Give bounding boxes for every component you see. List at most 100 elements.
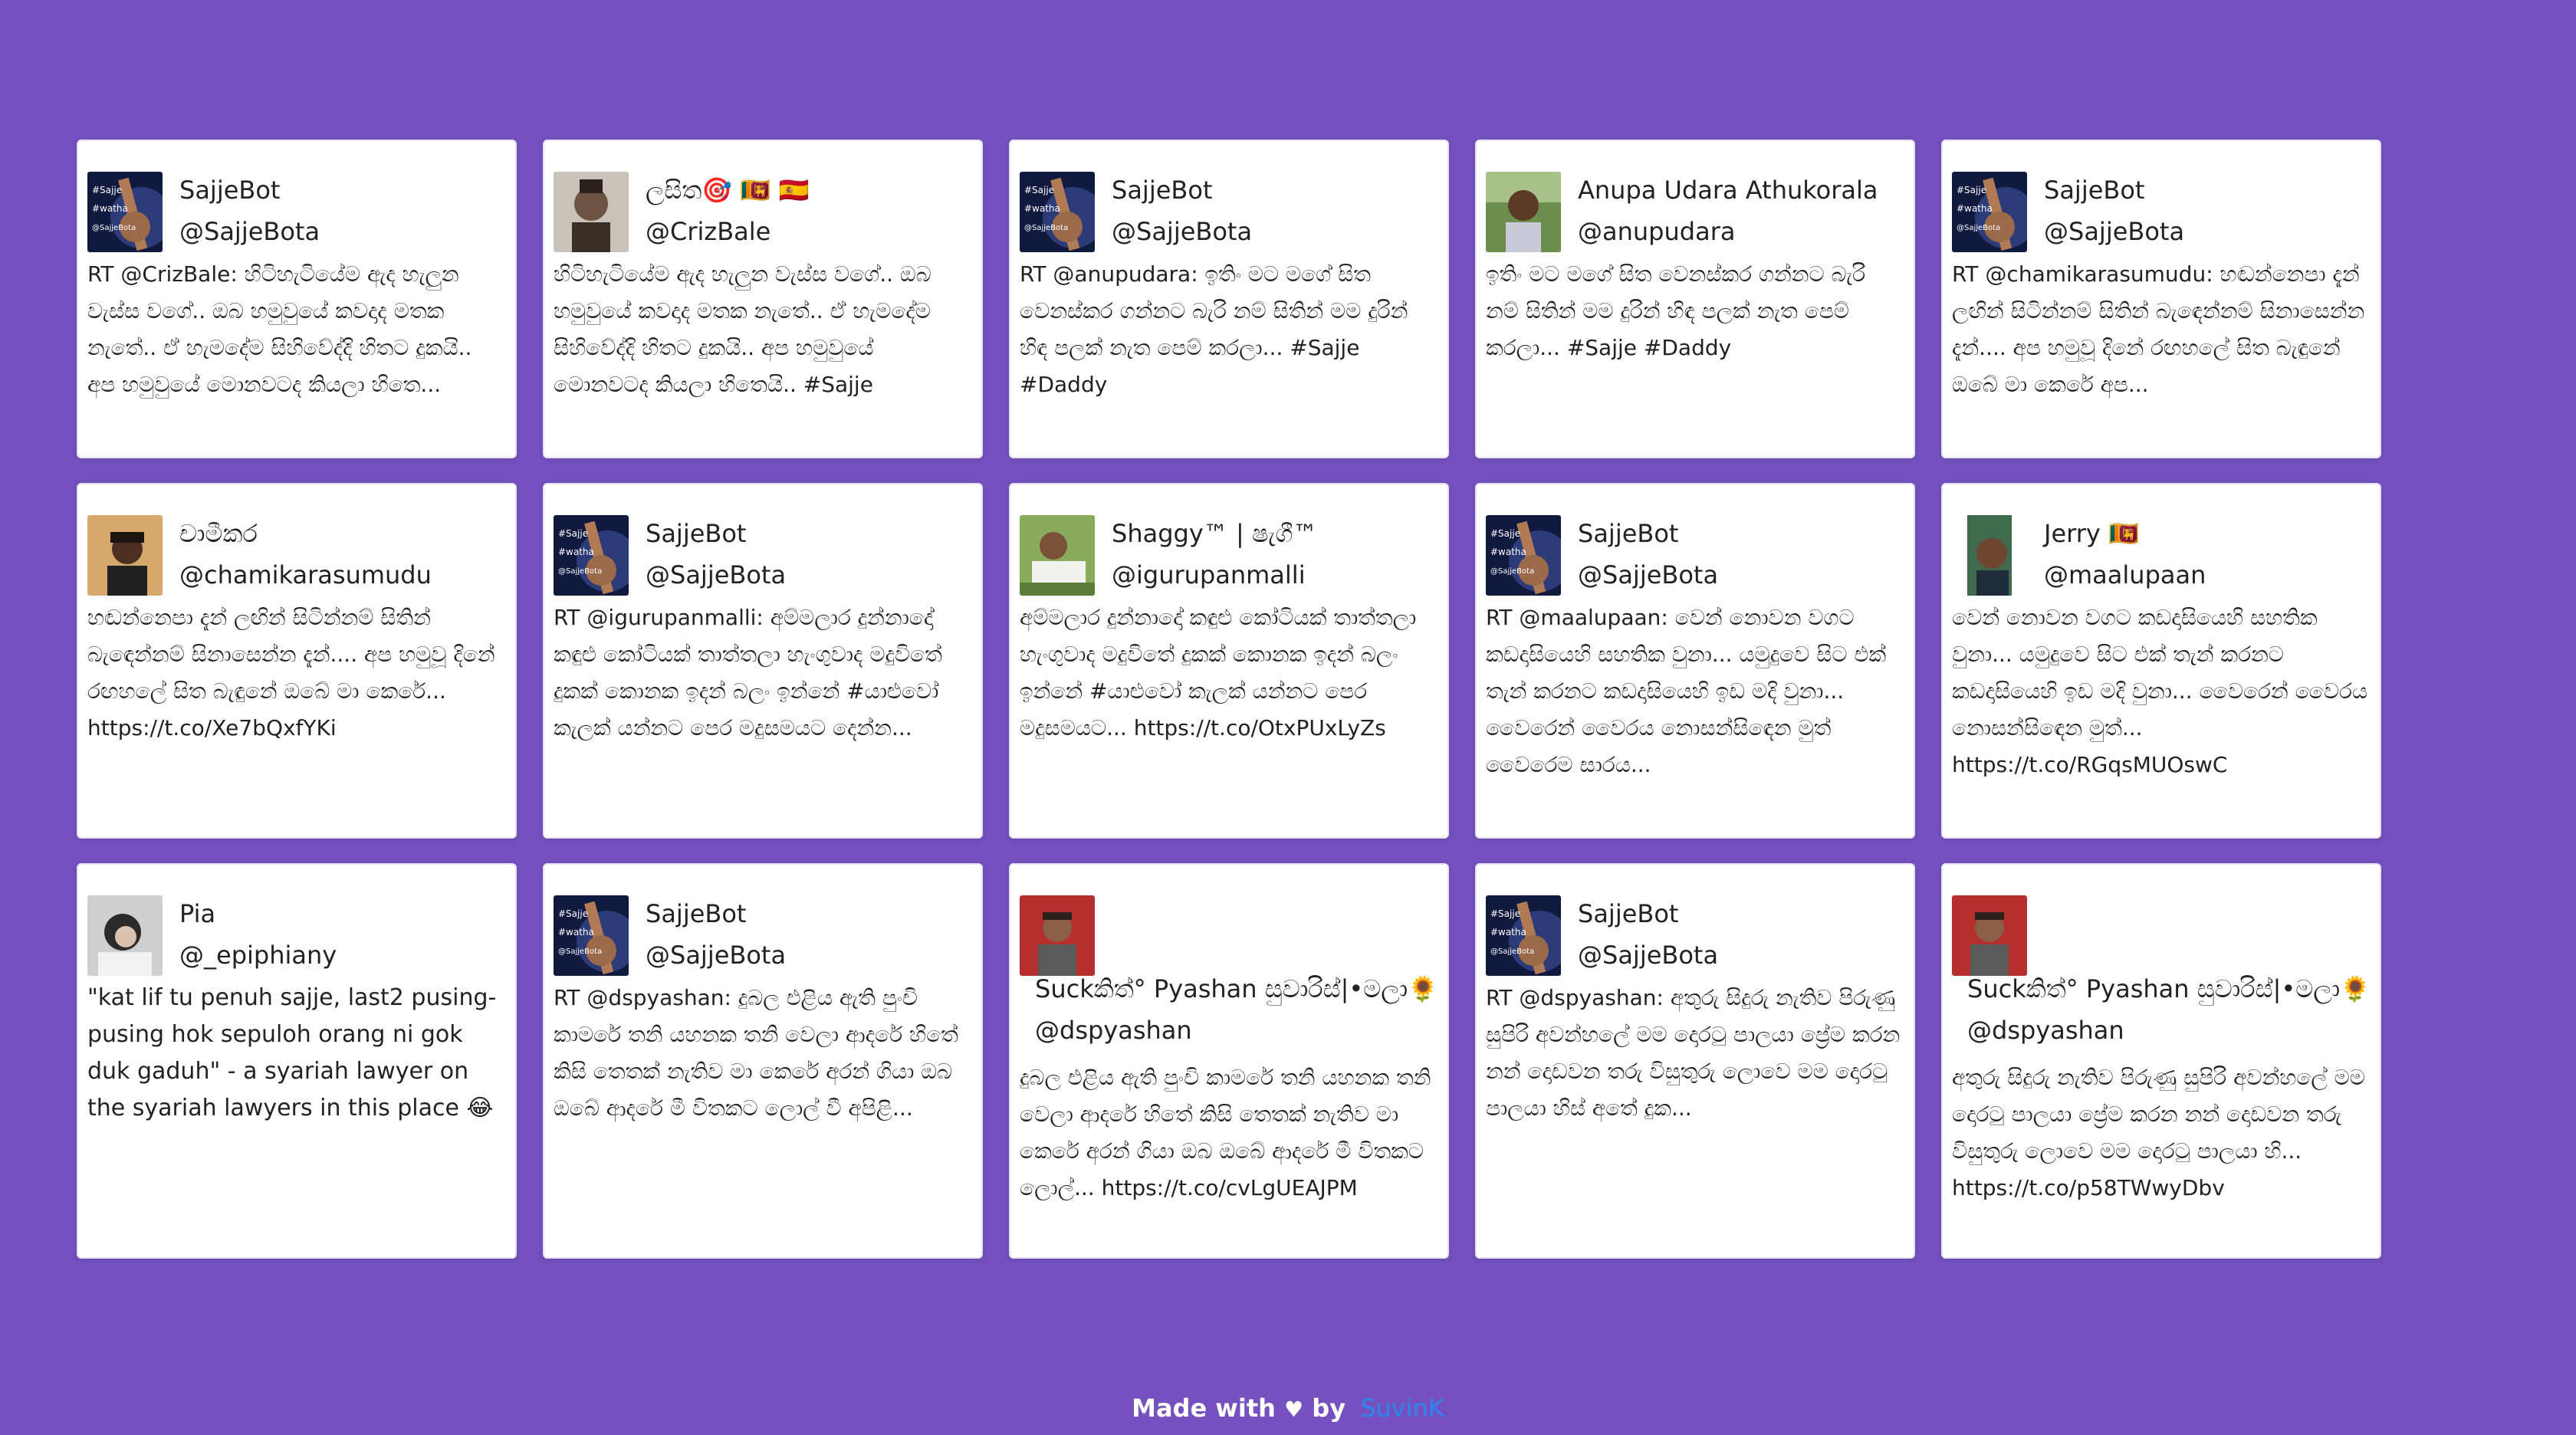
tweet-text: හිටිහැටියේම ඇද හැලුන වැස්ස වගේ.. ඔබ හමුව… [554, 261, 932, 397]
tweet-text: දුබල එළිය ඇති පුංචි කාමරේ තනි යහනක තනි ව… [1020, 1065, 1431, 1200]
tweet-author-name[interactable]: SajjeBot [646, 517, 746, 550]
svg-text:#Sajje: #Sajje [558, 528, 588, 539]
bot-guitar-avatar[interactable]: #Sajje #watha @SajjeBota [1486, 515, 1561, 596]
svg-text:#Sajje: #Sajje [558, 908, 588, 919]
svg-text:#watha: #watha [1490, 927, 1526, 938]
tweet-text: ඉතිං මට මගේ සිත වෙනස්කර ගන්නට බැරි නම් ස… [1486, 261, 1866, 360]
svg-text:@SajjeBota: @SajjeBota [1024, 224, 1068, 232]
tweet-author-handle[interactable]: @igurupanmalli [1112, 558, 1306, 592]
svg-text:@SajjeBota: @SajjeBota [558, 567, 602, 576]
svg-text:#watha: #watha [1024, 203, 1060, 214]
tweet-author-name[interactable]: Suckකිත්° Pyashan සුවාරිස්|•මලා🌻 [1967, 972, 2371, 1006]
tweet-author-name[interactable]: SajjeBot [2044, 173, 2144, 207]
tweet-author-name[interactable]: SajjeBot [1112, 173, 1212, 207]
svg-text:#Sajje: #Sajje [1957, 185, 1986, 195]
tweet-author-handle[interactable]: @SajjeBota [1578, 558, 1718, 592]
tweet-author-handle[interactable]: @SajjeBota [646, 558, 786, 592]
tweet-author-handle[interactable]: @maalupaan [2044, 558, 2206, 592]
bot-guitar-avatar[interactable]: #Sajje #watha @SajjeBota [1486, 895, 1561, 976]
bot-guitar-avatar[interactable]: #Sajje #watha @SajjeBota [87, 172, 163, 252]
tweet-card[interactable]: Anupa Udara Athukorala @anupudara ඉතිං මට … [1475, 140, 1915, 458]
man-casual-avatar[interactable] [87, 515, 163, 596]
tweet-author-name[interactable]: SajjeBot [646, 897, 746, 931]
tweet-author-name[interactable]: Anupa Udara Athukorala [1578, 173, 1878, 207]
svg-text:#Sajje: #Sajje [1024, 185, 1054, 195]
tweet-author-handle[interactable]: @dspyashan [1967, 1013, 2124, 1047]
tweet-text: RT @dspyashan: අතුරු සිදුරු නැතිව පිරුණු… [1486, 985, 1901, 1121]
tweet-author-name[interactable]: SajjeBot [1578, 517, 1678, 550]
man-smile-avatar[interactable] [1952, 515, 2027, 596]
tweet-card[interactable]: Jerry 🇱🇰 @maalupaan වෙන් නොවන වගට කඩදාසියෙ… [1941, 483, 2381, 839]
tweet-author-name[interactable]: Jerry 🇱🇰 [2044, 517, 2139, 550]
bot-guitar-avatar[interactable]: #Sajje #watha @SajjeBota [1952, 172, 2027, 252]
tweet-author-name[interactable]: SajjeBot [179, 173, 280, 207]
tweet-author-handle[interactable]: @CrizBale [646, 215, 770, 248]
tweet-card[interactable]: Suckකිත්° Pyashan සුවාරිස්|•මලා🌻 @dspyash… [1941, 863, 2381, 1259]
tweet-card[interactable]: #Sajje #watha @SajjeBota SajjeBot @SajjeBota… [77, 140, 517, 458]
tweet-author-handle[interactable]: @SajjeBota [1578, 938, 1718, 972]
man-red-avatar[interactable] [1952, 895, 2027, 976]
tweet-author-name[interactable]: Pia [179, 897, 215, 931]
tweet-card[interactable]: #Sajje #watha @SajjeBota SajjeBot @SajjeBota… [1941, 140, 2381, 458]
heart-icon: ♥ [1284, 1397, 1304, 1422]
man-outdoor-avatar[interactable] [1486, 172, 1561, 252]
tweet-card[interactable]: #Sajje #watha @SajjeBota SajjeBot @SajjeBota… [1475, 863, 1915, 1259]
svg-text:@SajjeBota: @SajjeBota [92, 224, 136, 232]
svg-text:#watha: #watha [558, 547, 594, 557]
tweet-author-handle[interactable]: @anupudara [1578, 215, 1735, 248]
tweet-grid: #Sajje #watha @SajjeBota SajjeBot @SajjeBota… [0, 0, 2576, 1435]
tweet-card[interactable]: ලසිත🎯 🇱🇰 🇪🇸 @CrizBale හිටිහැටියේම ඇද හැලුන… [543, 140, 983, 458]
tweet-author-handle[interactable]: @SajjeBota [1112, 215, 1252, 248]
tweet-text: RT @chamikarasumudu: හඬන්නෙපා දැන් ලඟින්… [1952, 261, 2365, 397]
svg-text:#Sajje: #Sajje [1490, 528, 1520, 539]
tweet-text: RT @anupudara: ඉතිං මට මගේ සිත වෙනස්කර ග… [1020, 261, 1408, 397]
svg-text:#Sajje: #Sajje [92, 185, 122, 195]
svg-text:@SajjeBota: @SajjeBota [1490, 947, 1534, 956]
tweet-author-handle[interactable]: @SajjeBota [646, 938, 786, 972]
svg-text:#watha: #watha [92, 203, 128, 214]
man-grass-avatar[interactable] [1020, 515, 1095, 596]
tweet-author-name[interactable]: චාමීකර [179, 517, 258, 550]
bot-guitar-avatar[interactable]: #Sajje #watha @SajjeBota [554, 895, 629, 976]
tweet-card[interactable]: Shaggy™ | ෂැගී™ @igurupanmalli අම්මලාර දුන… [1009, 483, 1449, 839]
tweet-author-name[interactable]: Shaggy™ | ෂැගී™ [1112, 517, 1317, 550]
tweet-text: RT @igurupanmalli: අම්මලාර දුන්නාදෝ කඳුළ… [554, 605, 942, 740]
footer: Made with ♥ by SuvinK [0, 1394, 2576, 1423]
tweet-author-name[interactable]: ලසිත🎯 🇱🇰 🇪🇸 [646, 173, 809, 207]
tweet-card[interactable]: #Sajje #watha @SajjeBota SajjeBot @SajjeBota… [543, 483, 983, 839]
tweet-author-name[interactable]: Suckකිත්° Pyashan සුවාරිස්|•මලා🌻 [1035, 972, 1438, 1006]
footer-by: by [1312, 1394, 1346, 1423]
tweet-card[interactable]: #Sajje #watha @SajjeBota SajjeBot @SajjeBota… [543, 863, 983, 1259]
svg-text:#watha: #watha [1490, 547, 1526, 557]
footer-made-with: Made with [1132, 1394, 1276, 1423]
svg-text:#watha: #watha [1957, 203, 1993, 214]
svg-text:#watha: #watha [558, 927, 594, 938]
tweet-text: හඬන්නෙපා දැන් ලඟින් සිටින්නම් සිතින් බැඳ… [87, 605, 495, 740]
svg-text:@SajjeBota: @SajjeBota [558, 947, 602, 956]
svg-text:#Sajje: #Sajje [1490, 908, 1520, 919]
tweet-text: RT @maalupaan: වෙන් නොවන වගට කඩදාසියෙහි … [1486, 605, 1887, 777]
tweet-text: RT @dspyashan: දුබල එළිය ඇති පුංචි කාමරේ… [554, 985, 958, 1121]
tweet-author-handle[interactable]: @dspyashan [1035, 1013, 1192, 1047]
tweet-card[interactable]: චාමීකර @chamikarasumudu හඬන්නෙපා දැන් ලඟින… [77, 483, 517, 839]
tweet-text: වෙන් නොවන වගට කඩදාසියෙහි සහතික වුනා... ය… [1952, 605, 2368, 777]
tweet-author-handle[interactable]: @SajjeBota [2044, 215, 2184, 248]
tweet-card[interactable]: #Sajje #watha @SajjeBota SajjeBot @SajjeBota… [1475, 483, 1915, 839]
man-portrait-avatar[interactable] [554, 172, 629, 252]
tweet-card[interactable]: Suckකිත්° Pyashan සුවාරිස්|•මලා🌻 @dspyash… [1009, 863, 1449, 1259]
tweet-text: අම්මලාර දුන්නාදෝ කඳුළු කෝටියක් තාත්තලා හ… [1020, 605, 1417, 740]
woman-avatar[interactable] [87, 895, 163, 976]
tweet-author-handle[interactable]: @SajjeBota [179, 215, 320, 248]
man-red-avatar[interactable] [1020, 895, 1095, 976]
tweet-text: "kat lif tu penuh sajje, last2 pusing-pu… [87, 984, 497, 1121]
bot-guitar-avatar[interactable]: #Sajje #watha @SajjeBota [554, 515, 629, 596]
tweet-card[interactable]: #Sajje #watha @SajjeBota SajjeBot @SajjeBota… [1009, 140, 1449, 458]
bot-guitar-avatar[interactable]: #Sajje #watha @SajjeBota [1020, 172, 1095, 252]
svg-text:@SajjeBota: @SajjeBota [1490, 567, 1534, 576]
author-link[interactable]: SuvinK [1360, 1394, 1444, 1423]
tweet-author-handle[interactable]: @chamikarasumudu [179, 558, 432, 592]
tweet-author-handle[interactable]: @_epiphiany [179, 938, 337, 972]
svg-text:@SajjeBota: @SajjeBota [1957, 224, 2000, 232]
tweet-author-name[interactable]: SajjeBot [1578, 897, 1678, 931]
tweet-card[interactable]: Pia @_epiphiany "kat lif tu penuh sajje, l… [77, 863, 517, 1259]
